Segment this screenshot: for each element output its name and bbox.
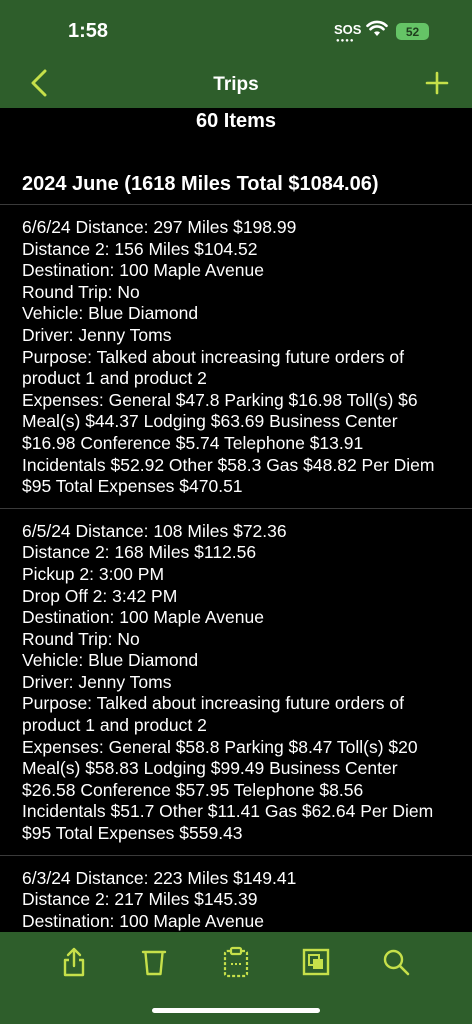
trip-detail-line: Expenses: General $47.8 Parking $16.98 T… [22, 389, 435, 497]
trip-entry[interactable]: 6/6/24 Distance: 297 Miles $198.99 Distan… [0, 205, 472, 509]
select-icon [302, 948, 330, 976]
add-trip-button[interactable] [422, 68, 452, 98]
trip-detail-line: Driver: Jenny Toms [22, 324, 172, 345]
trip-list[interactable]: 60 Items 2024 June (1618 Miles Total $10… [0, 108, 472, 932]
trip-detail-line: Driver: Jenny Toms [22, 671, 172, 692]
trip-detail-line: Destination: 100 Maple Avenue [22, 910, 264, 931]
battery-indicator: 52 [396, 23, 429, 40]
status-bar: 1:58 SOS ●●●● 52 [0, 0, 472, 60]
battery-level: 52 [405, 24, 420, 39]
wifi-icon [366, 20, 388, 36]
trip-detail-line: Distance 2: 168 Miles $112.56 [22, 542, 257, 563]
signal-dots: ●●●● [336, 38, 355, 44]
trip-detail-line: 6/6/24 Distance: 297 Miles $198.99 [22, 217, 297, 237]
page-title: Trips [213, 74, 259, 95]
delete-button[interactable] [138, 946, 170, 978]
clipboard-icon [223, 946, 249, 978]
clipboard-button[interactable] [220, 946, 252, 978]
trip-detail-line: Vehicle: Blue Diamond [22, 650, 199, 671]
trip-detail-line: Destination: 100 Maple Avenue [22, 607, 264, 628]
status-time: 1:58 [68, 20, 109, 42]
trip-detail-line: Distance 2: 156 Miles $104.52 [22, 238, 258, 259]
trip-entry[interactable]: 6/3/24 Distance: 223 Miles $149.41 Distan… [0, 856, 472, 932]
trip-entry[interactable]: 6/5/24 Distance: 108 Miles $72.36 Distanc… [0, 509, 472, 856]
trip-detail-line: Pickup 2: 3:00 PM [22, 563, 165, 584]
trip-detail-line: 6/3/24 Distance: 223 Miles $149.41 [22, 867, 297, 888]
share-icon [63, 947, 85, 977]
trip-detail-line: Drop Off 2: 3:42 PM [22, 585, 178, 606]
trips-container: 6/6/24 Distance: 297 Miles $198.99 Distan… [0, 205, 472, 932]
trip-detail-line: 6/5/24 Distance: 108 Miles $72.36 [22, 520, 287, 541]
plus-icon [425, 71, 449, 95]
trip-detail-line: Round Trip: No [22, 281, 140, 302]
header: 1:58 SOS ●●●● 52 Trips [0, 0, 472, 108]
sos-indicator: SOS [334, 22, 362, 37]
nav-bar: Trips [0, 60, 472, 108]
trip-detail-line: Purpose: Talked about increasing future … [22, 346, 404, 389]
search-icon [383, 949, 410, 976]
trash-icon [141, 950, 167, 976]
trip-detail-line: Purpose: Talked about increasing future … [22, 693, 404, 736]
home-indicator[interactable] [152, 1008, 320, 1013]
trip-detail-line: Distance 2: 217 Miles $145.39 [22, 889, 258, 910]
section-header: 2024 June (1618 Miles Total $1084.06) [22, 173, 379, 195]
trip-detail-line: Destination: 100 Maple Avenue [22, 260, 264, 281]
trip-detail-line: Round Trip: No [22, 628, 140, 649]
search-button[interactable] [380, 946, 412, 978]
share-button[interactable] [58, 946, 90, 978]
trip-detail-line: Expenses: General $58.8 Parking $8.47 To… [22, 736, 434, 844]
trip-detail-line: Vehicle: Blue Diamond [22, 303, 199, 324]
bottom-toolbar [0, 932, 472, 1024]
items-count: 60 Items [195, 110, 277, 132]
select-button[interactable] [300, 946, 332, 978]
